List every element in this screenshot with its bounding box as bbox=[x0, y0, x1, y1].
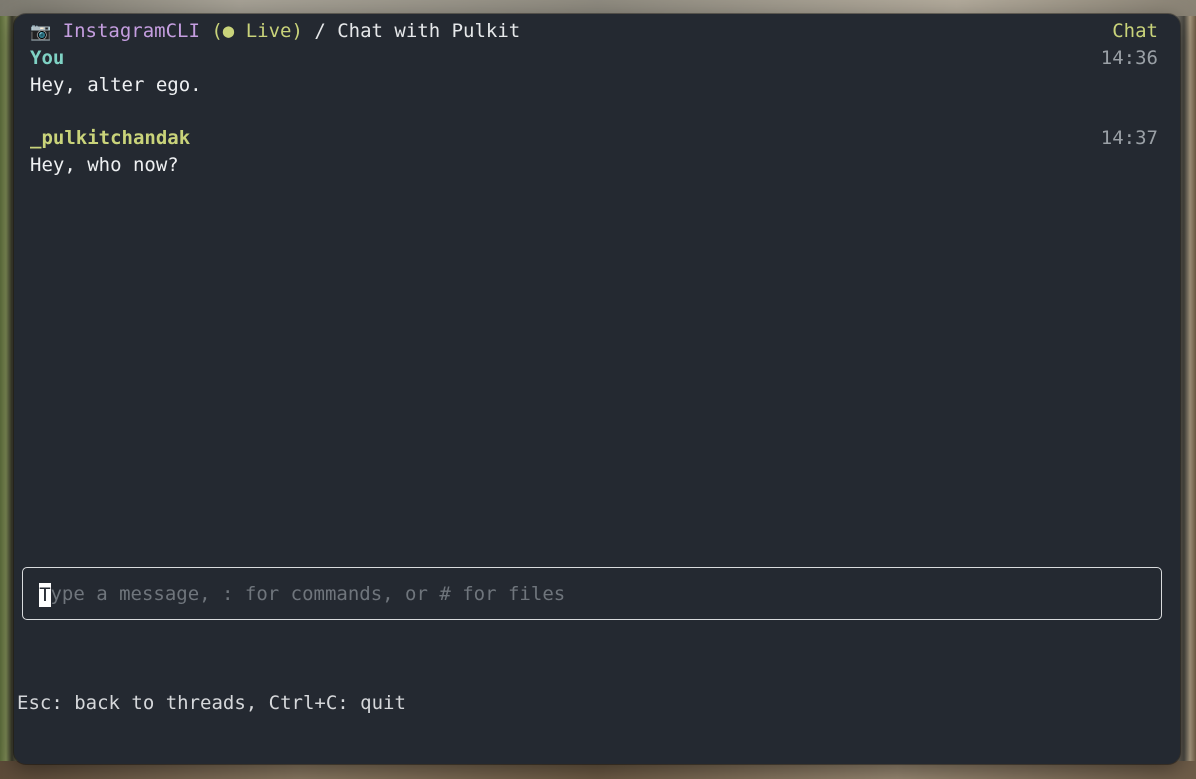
live-status-dot-icon: ● bbox=[222, 20, 235, 42]
message-sender: _pulkitchandak bbox=[30, 127, 191, 149]
camera-icon: 📷 bbox=[30, 22, 52, 42]
message-timestamp: 14:37 bbox=[1100, 127, 1158, 149]
chat-title: Chat with Pulkit bbox=[337, 20, 521, 42]
message-input[interactable] bbox=[39, 581, 1139, 607]
status-open: ( bbox=[199, 20, 223, 42]
message-timestamp: 14:36 bbox=[1100, 47, 1158, 69]
mode-label: Chat bbox=[1112, 20, 1158, 42]
live-status-label: Live) bbox=[234, 20, 303, 42]
keyboard-hints: Esc: back to threads, Ctrl+C: quit bbox=[17, 692, 406, 714]
message-text: Hey, alter ego. bbox=[30, 74, 202, 96]
terminal-window: 📷 InstagramCLI (● Live) / Chat with Pulk… bbox=[14, 14, 1180, 764]
header-bar: 📷 InstagramCLI (● Live) / Chat with Pulk… bbox=[30, 18, 520, 45]
app-name: InstagramCLI bbox=[62, 20, 200, 42]
header-separator: / bbox=[302, 20, 338, 42]
message-sender: You bbox=[30, 47, 65, 69]
message-composer[interactable]: T bbox=[22, 567, 1162, 620]
message-text: Hey, who now? bbox=[30, 154, 179, 176]
